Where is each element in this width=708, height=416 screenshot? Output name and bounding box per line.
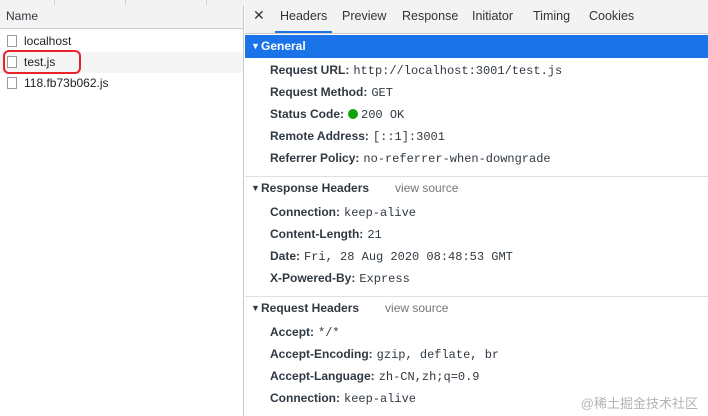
file-row-118-js[interactable]: 118.fb73b062.js	[0, 73, 243, 94]
header-key: Connection:	[270, 391, 340, 405]
header-row: Content-Length: 21	[270, 223, 382, 245]
network-request-list: Name localhost test.js 118.fb73b062.js	[0, 0, 244, 416]
header-value: keep-alive	[344, 392, 417, 406]
tab-cookies[interactable]: Cookies	[588, 0, 635, 33]
tab-response[interactable]: Response	[401, 0, 459, 33]
header-value: [::1]:3001	[372, 130, 445, 144]
document-icon	[7, 56, 17, 68]
header-row: Accept: */*	[270, 321, 340, 343]
header-key: Accept-Encoding:	[270, 347, 373, 361]
header-row: Remote Address: [::1]:3001	[270, 125, 445, 147]
request-headers-section-header[interactable]: ▼ Request Headers view source	[245, 296, 708, 319]
view-source-link[interactable]: view source	[395, 181, 458, 195]
header-value: Fri, 28 Aug 2020 08:48:53 GMT	[304, 250, 513, 264]
header-value: 200 OK	[361, 108, 405, 122]
header-row: Connection: keep-alive	[270, 387, 416, 409]
section-title: Response Headers	[261, 181, 370, 195]
header-row: Accept-Language: zh-CN,zh;q=0.9	[270, 365, 480, 387]
header-key: Accept-Language:	[270, 369, 375, 383]
name-column-header[interactable]: Name	[0, 5, 243, 29]
header-row: Referrer Policy: no-referrer-when-downgra…	[270, 147, 551, 169]
file-row-localhost[interactable]: localhost	[0, 31, 243, 52]
header-row: Date: Fri, 28 Aug 2020 08:48:53 GMT	[270, 245, 513, 267]
header-row: X-Powered-By: Express	[270, 267, 410, 289]
headers-details: ▼ General Request URL: http://localhost:3…	[245, 34, 708, 416]
tab-preview[interactable]: Preview	[341, 0, 387, 33]
header-value: Express	[359, 272, 410, 286]
header-row: Status Code: 200 OK	[270, 103, 404, 125]
tab-timing[interactable]: Timing	[532, 0, 571, 33]
header-row: Connection: keep-alive	[270, 201, 416, 223]
status-value: 200 OK	[348, 108, 404, 122]
general-section-header[interactable]: ▼ General	[245, 35, 708, 58]
response-headers-section-header[interactable]: ▼ Response Headers view source	[245, 176, 708, 199]
header-value: zh-CN,zh;q=0.9	[378, 370, 480, 384]
watermark-text: @稀土掘金技术社区	[580, 396, 698, 411]
status-ok-icon	[348, 109, 359, 119]
header-key: Request URL:	[270, 63, 350, 77]
triangle-down-icon: ▼	[251, 41, 260, 51]
header-value: http://localhost:3001/test.js	[353, 64, 563, 78]
header-key: Date:	[270, 249, 301, 263]
header-key: Accept:	[270, 325, 315, 339]
header-row: Request Method: GET	[270, 81, 393, 103]
header-key: Status Code:	[270, 107, 345, 121]
header-key: Remote Address:	[270, 129, 369, 143]
header-value: GET	[371, 86, 393, 100]
header-key: Request Method:	[270, 85, 368, 99]
header-value: */*	[318, 326, 340, 340]
file-name: test.js	[24, 55, 56, 69]
tab-headers[interactable]: Headers	[274, 0, 333, 33]
header-key: Connection:	[270, 205, 340, 219]
details-tab-bar: ✕ Headers Preview Response Initiator Tim…	[245, 0, 708, 34]
header-row: Request URL: http://localhost:3001/test.j…	[270, 59, 562, 81]
tab-initiator[interactable]: Initiator	[471, 0, 514, 33]
header-value: no-referrer-when-downgrade	[363, 152, 551, 166]
header-key: Referrer Policy:	[270, 151, 360, 165]
header-value: keep-alive	[344, 206, 417, 220]
document-icon	[7, 35, 17, 47]
file-row-test-js[interactable]: test.js	[0, 52, 243, 73]
header-value: gzip, deflate, br	[376, 348, 500, 362]
file-name: localhost	[24, 34, 72, 48]
triangle-down-icon: ▼	[251, 183, 260, 193]
header-row: Accept-Encoding: gzip, deflate, br	[270, 343, 499, 365]
document-icon	[7, 77, 17, 89]
section-title: Request Headers	[261, 301, 360, 315]
view-source-link[interactable]: view source	[385, 301, 448, 315]
header-key: Content-Length:	[270, 227, 364, 241]
header-key: X-Powered-By:	[270, 271, 356, 285]
close-icon[interactable]: ✕	[253, 7, 265, 23]
file-name: 118.fb73b062.js	[24, 76, 109, 90]
header-value: 21	[367, 228, 382, 242]
section-title: General	[261, 39, 306, 53]
triangle-down-icon: ▼	[251, 303, 260, 313]
